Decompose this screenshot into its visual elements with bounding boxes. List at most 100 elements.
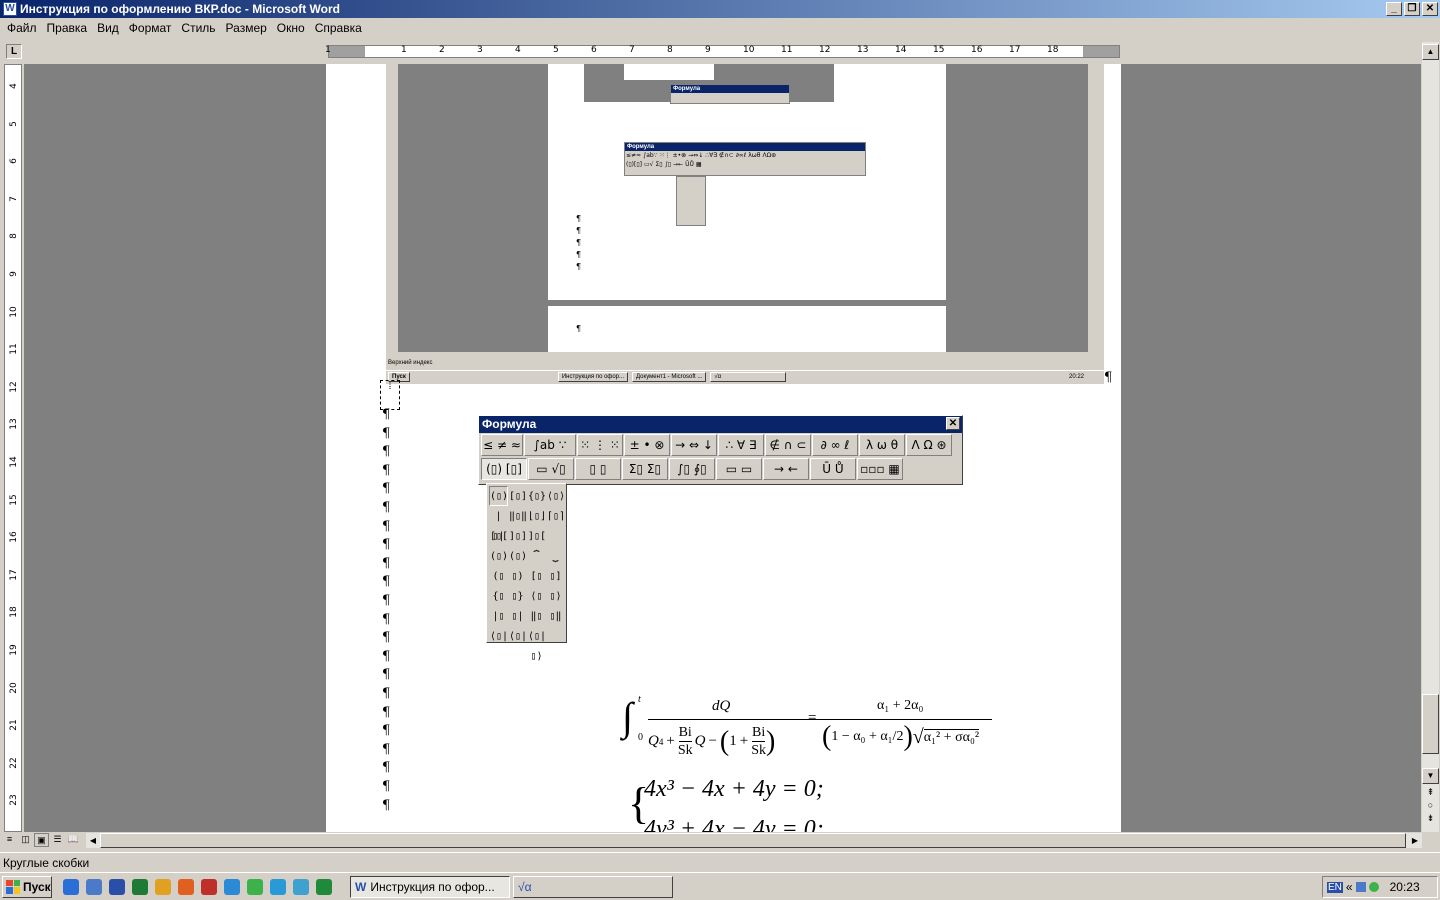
menu-item-6[interactable]: Окно <box>272 21 310 35</box>
minimize-button[interactable]: _ <box>1386 2 1402 16</box>
globe-icon[interactable] <box>224 878 240 895</box>
menu-item-2[interactable]: Вид <box>92 21 124 35</box>
bracket-template-24[interactable]: |▯ <box>489 606 508 626</box>
menu-item-4[interactable]: Стиль <box>176 21 220 35</box>
bracket-template-5[interactable]: ‖▯‖ <box>508 506 527 526</box>
horizontal-ruler[interactable]: 1 1 2 3 4 5 6 7 8 9 10 11 12 13 14 15 16 17 18 <box>325 45 1120 58</box>
reading-view-button[interactable]: 📖 <box>66 833 81 847</box>
embedded-screenshot[interactable]: Формула ¶ ¶ ¶ ¶ ¶ Формула ≤≠≈ ∫ab∵ ⁙⋮ ±•⊗ →⇔… <box>386 64 1104 384</box>
formula-template-button-6[interactable]: → ← <box>763 458 809 480</box>
bracket-template-27[interactable]: ▯‖ <box>546 606 565 626</box>
formula-template-button-5[interactable]: ▭ ▭ <box>716 458 762 480</box>
tab-selector[interactable]: L <box>6 44 22 59</box>
language-indicator[interactable]: EN <box>1327 881 1343 893</box>
bracket-template-6[interactable]: ⌊▯⌋ <box>527 506 546 526</box>
app-icon[interactable] <box>316 878 332 895</box>
bracket-template-12[interactable]: (▯) <box>489 546 508 566</box>
scroll-down-button[interactable]: ▼ <box>1422 768 1439 784</box>
bracket-template-23[interactable]: ▯⟩ <box>546 586 565 606</box>
formula-symbol-button-4[interactable]: → ⇔ ↓ <box>671 434 717 456</box>
bracket-template-9[interactable]: ]▯] <box>508 526 527 546</box>
bracket-template-19[interactable]: ▯] <box>546 566 565 586</box>
restore-button[interactable]: ❐ <box>1404 2 1420 16</box>
hscroll-thumb[interactable] <box>100 833 1406 848</box>
bracket-template-29[interactable]: ⟨▯| <box>508 626 527 646</box>
menu-item-7[interactable]: Справка <box>310 21 367 35</box>
bracket-template-13[interactable]: (▯) <box>508 546 527 566</box>
bracket-template-16[interactable]: (▯ <box>489 566 508 586</box>
icq-icon[interactable] <box>247 878 263 895</box>
bracket-template-0[interactable]: (▯) <box>489 486 508 506</box>
bracket-template-1[interactable]: [▯] <box>508 486 527 506</box>
menu-item-0[interactable]: Файл <box>2 21 42 35</box>
bracket-template-25[interactable]: ▯| <box>508 606 527 626</box>
web-view-button[interactable]: ◫ <box>18 833 33 847</box>
bracket-template-8[interactable]: [▯[ <box>489 526 508 546</box>
start-button[interactable]: Пуск <box>2 875 52 898</box>
browse-object-buttons[interactable]: ⇞ ○ ⇟ <box>1422 786 1439 825</box>
bracket-template-18[interactable]: [▯ <box>527 566 546 586</box>
equation-display[interactable]: ∫ t 0 dQ Q4 + Bi Sk Q − ( 1 + Bi Sk ) = α₁… <box>622 692 1002 842</box>
chat-icon[interactable] <box>293 878 309 895</box>
bracket-template-4[interactable]: |▯| <box>489 506 508 542</box>
outline-view-button[interactable]: ☰ <box>50 833 65 847</box>
bracket-template-10[interactable]: ]▯[ <box>527 526 546 546</box>
bracket-template-14[interactable]: ⏞ <box>527 546 546 566</box>
network-icon[interactable] <box>1355 882 1366 892</box>
bracket-template-21[interactable]: ▯} <box>508 586 527 606</box>
bracket-template-2[interactable]: {▯} <box>527 486 546 506</box>
scroll-up-button[interactable]: ▲ <box>1422 44 1439 60</box>
formula-symbol-button-5[interactable]: ∴ ∀ ∃ <box>718 434 764 456</box>
menu-item-1[interactable]: Правка <box>42 21 93 35</box>
formula-symbol-button-7[interactable]: ∂ ∞ ℓ <box>812 434 858 456</box>
bracket-template-28[interactable]: ⟨▯| <box>489 626 508 646</box>
close-icon[interactable]: ✕ <box>946 417 960 430</box>
formula-symbol-button-8[interactable]: λ ω θ <box>859 434 905 456</box>
task-equation-editor[interactable]: √α <box>513 875 673 898</box>
close-button[interactable]: ✕ <box>1422 2 1438 16</box>
vertical-scrollbar[interactable]: ▲ ▼ ⇞ ○ ⇟ <box>1422 42 1439 832</box>
bracket-template-30[interactable]: ⟨▯|▯⟩ <box>527 626 546 662</box>
formula-template-button-3[interactable]: Σ▯ Σ▯ <box>622 458 668 480</box>
bracket-template-26[interactable]: ‖▯ <box>527 606 546 626</box>
bracket-template-3[interactable]: ⟨▯⟩ <box>546 486 565 506</box>
bracket-template-7[interactable]: ⌈▯⌉ <box>546 506 565 526</box>
scroll-left-button[interactable]: ◀ <box>86 833 100 848</box>
scroll-thumb[interactable] <box>1422 694 1439 754</box>
firefox-icon[interactable] <box>178 878 194 895</box>
formula-symbol-button-3[interactable]: ± • ⊗ <box>624 434 670 456</box>
clock-app-icon[interactable] <box>155 878 171 895</box>
formula-template-button-8[interactable]: ▫▫▫ ▦ <box>857 458 903 480</box>
task-word-document[interactable]: W Инструкция по офор... <box>350 875 510 898</box>
ie-icon[interactable] <box>63 878 79 895</box>
formula-template-button-1[interactable]: ▭ √▯ <box>528 458 574 480</box>
desktop-icon[interactable] <box>86 878 102 895</box>
excel-icon[interactable] <box>132 878 148 895</box>
search-icon[interactable] <box>270 878 286 895</box>
formula-template-button-2[interactable]: ▯ ▯ <box>575 458 621 480</box>
scroll-right-button[interactable]: ▶ <box>1408 833 1422 848</box>
menu-item-5[interactable]: Размер <box>221 21 272 35</box>
formula-template-button-4[interactable]: ∫▯ ∮▯ <box>669 458 715 480</box>
formula-symbol-button-1[interactable]: ∫ab ∵ <box>524 434 576 456</box>
formula-symbol-button-6[interactable]: ∉ ∩ ⊂ <box>765 434 811 456</box>
bracket-template-17[interactable]: ▯) <box>508 566 527 586</box>
print-layout-button[interactable]: ▣ <box>34 833 49 847</box>
tray-expand-icon[interactable]: « <box>1346 880 1353 894</box>
normal-view-button[interactable]: ≡ <box>2 833 17 847</box>
formula-symbol-button-0[interactable]: ≤ ≠ ≈ <box>481 434 523 456</box>
status-icon[interactable] <box>1368 882 1379 892</box>
word-icon[interactable] <box>109 878 125 895</box>
formula-template-button-0[interactable]: (▯) [▯] <box>481 458 527 480</box>
opera-icon[interactable] <box>201 878 217 895</box>
formula-symbol-button-9[interactable]: Λ Ω ⊛ <box>906 434 952 456</box>
equation-object-placeholder[interactable]: ⁞ <box>380 380 400 410</box>
bracket-template-20[interactable]: {▯ <box>489 586 508 606</box>
vertical-ruler[interactable]: 4 5 6 7 8 9 10 11 12 13 14 15 16 17 18 19 20 21 22 23 <box>4 64 22 832</box>
horizontal-scrollbar[interactable]: ◀ ▶ <box>86 833 1422 848</box>
menu-item-3[interactable]: Формат <box>124 21 177 35</box>
formula-template-button-7[interactable]: Ū Ů <box>810 458 856 480</box>
bracket-template-22[interactable]: ⟨▯ <box>527 586 546 606</box>
formula-symbol-button-2[interactable]: ⁙ ⋮ ⁙ <box>577 434 623 456</box>
bracket-template-15[interactable]: ⏟ <box>546 546 565 566</box>
